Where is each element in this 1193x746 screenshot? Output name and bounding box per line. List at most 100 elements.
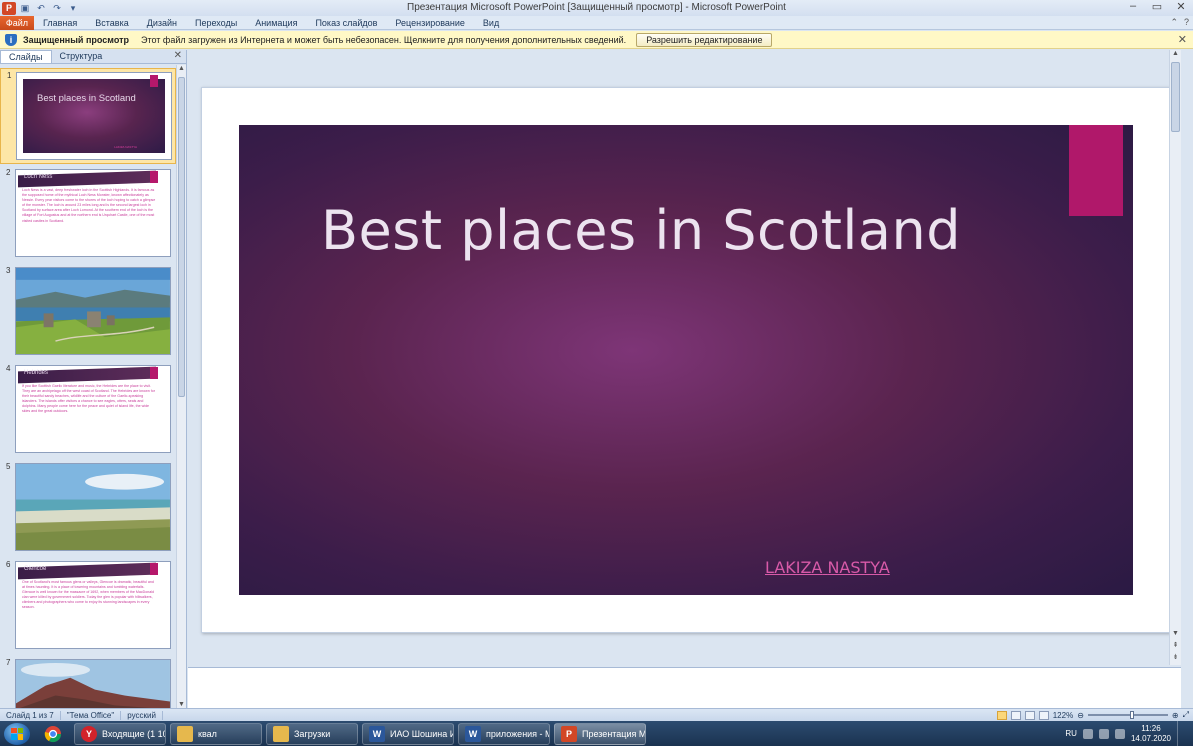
scroll-down-icon[interactable]: ▼ (177, 701, 186, 708)
chrome-icon[interactable] (36, 723, 70, 745)
slide-thumbnail-4[interactable]: 4 Hebrides If you like Scottish Gaelic l… (0, 362, 176, 458)
close-icon[interactable]: ✕ (1178, 33, 1187, 46)
scrollbar-thumb[interactable] (1171, 62, 1180, 132)
maximize-button[interactable]: ▭ (1149, 0, 1165, 13)
tab-insert[interactable]: Вставка (86, 18, 137, 28)
slide-number: 7 (6, 658, 11, 667)
taskbar-item-label: Презентация Mic... (582, 728, 646, 739)
mountain-photo (16, 660, 170, 708)
slide-thumbnail-2[interactable]: 2 Loch Ness Loch Ness is a vast, deep fr… (0, 166, 176, 262)
show-hidden-icons-icon[interactable] (1082, 728, 1093, 739)
clock[interactable]: 11:26 14.07.2020 (1131, 724, 1171, 744)
tab-review[interactable]: Рецензирование (386, 18, 474, 28)
scroll-up-icon[interactable]: ▲ (1170, 50, 1181, 57)
keyboard-language[interactable]: RU (1065, 729, 1077, 738)
tab-animation[interactable]: Анимация (246, 18, 306, 28)
taskbar-item-label: Загрузки (294, 728, 331, 739)
close-panel-icon[interactable]: ✕ (174, 50, 182, 61)
start-button[interactable] (4, 722, 30, 745)
undo-icon[interactable]: ↶ (34, 2, 48, 15)
scrollbar-thumb[interactable] (178, 77, 185, 397)
slide-number: 5 (6, 462, 11, 471)
editor-scrollbar[interactable]: ▲ ▼ ⇞ ⇟ (1169, 50, 1181, 665)
zoom-slider-knob[interactable] (1129, 711, 1134, 719)
author-name[interactable]: LAKIZA NASTYA (765, 558, 890, 577)
taskbar-item-word-2[interactable]: W приложения - Mi... (458, 722, 550, 745)
zoom-out-icon[interactable]: ⊖ (1077, 711, 1084, 720)
slide-thumbnails: 1 Best places in Scotland LAKIZA NASTYA … (0, 65, 176, 708)
close-button[interactable]: ✕ (1173, 0, 1189, 13)
help-icon[interactable]: ? (1184, 17, 1189, 28)
previous-slide-icon[interactable]: ⇞ (1170, 641, 1181, 649)
slide-preview: Loch Ness Loch Ness is a vast, deep fres… (15, 169, 171, 257)
slide-counter: Слайд 1 из 7 (0, 710, 61, 720)
tab-home[interactable]: Главная (34, 18, 86, 28)
accent-tab (150, 171, 158, 183)
taskbar-item-downloads[interactable]: Загрузки (266, 722, 358, 745)
tab-transitions[interactable]: Переходы (186, 18, 246, 28)
minimize-ribbon-icon[interactable]: ⌃ (1170, 17, 1178, 28)
slideshow-icon[interactable] (1038, 710, 1049, 720)
volume-icon[interactable] (1114, 728, 1125, 739)
slide-thumbnail-6[interactable]: 6 Glencoe One of Scotland's most famous … (0, 558, 176, 654)
redo-icon[interactable]: ↷ (50, 2, 64, 15)
protected-view-title: Защищенный просмотр (23, 34, 129, 45)
file-tab[interactable]: Файл (0, 15, 34, 30)
slide-sorter-icon[interactable] (1010, 710, 1021, 720)
tab-slideshow[interactable]: Показ слайдов (306, 18, 386, 28)
window-title: Презентация Microsoft PowerPoint [Защище… (407, 2, 786, 13)
clock-date: 14.07.2020 (1130, 733, 1171, 743)
tab-slides[interactable]: Слайды (0, 50, 52, 63)
slide-thumbnail-7[interactable]: 7 (0, 656, 176, 708)
scroll-down-icon[interactable]: ▼ (1170, 630, 1181, 637)
castle-photo (16, 268, 170, 354)
slide-canvas[interactable]: Best places in Scotland LAKIZA NASTYA (201, 87, 1170, 633)
protected-view-message[interactable]: Этот файл загружен из Интернета и может … (141, 35, 626, 45)
save-icon[interactable]: ▣ (18, 2, 32, 15)
minimize-button[interactable]: – (1125, 0, 1141, 13)
taskbar-item-word-1[interactable]: W ИАО Шошина И... (362, 722, 454, 745)
powerpoint-app-icon[interactable]: P (2, 1, 16, 15)
next-slide-icon[interactable]: ⇟ (1170, 653, 1181, 661)
normal-view-icon[interactable] (996, 710, 1007, 720)
slide-editor: Best places in Scotland LAKIZA NASTYA ▲ … (188, 50, 1181, 665)
taskbar-item-mail[interactable]: Y Входящие (1 103)... (74, 722, 166, 745)
ribbon-right-controls: ⌃ ? (1170, 17, 1189, 28)
slide-preview: Best places in Scotland LAKIZA NASTYA (16, 72, 172, 160)
language-indicator[interactable]: русский (121, 710, 163, 720)
slides-panel: Слайды Структура ✕ 1 Best places in Scot… (0, 50, 187, 708)
network-icon[interactable] (1098, 728, 1109, 739)
taskbar: Y Входящие (1 103)... квал Загрузки W ИА… (0, 721, 1193, 746)
powerpoint-icon: P (561, 725, 577, 742)
beach-photo (16, 464, 170, 550)
scroll-up-icon[interactable]: ▲ (177, 65, 186, 72)
accent-tab (150, 563, 158, 575)
zoom-level[interactable]: 122% (1053, 711, 1073, 720)
show-desktop-button[interactable] (1177, 721, 1187, 746)
notes-pane[interactable] (188, 667, 1181, 708)
slide-thumbnail-3[interactable]: 3 (0, 264, 176, 360)
customize-toolbar-icon[interactable]: ▾ (66, 2, 80, 15)
tab-design[interactable]: Дизайн (138, 18, 186, 28)
taskbar-item-folder-kval[interactable]: квал (170, 722, 262, 745)
zoom-in-icon[interactable]: ⊕ (1172, 711, 1179, 720)
slide-thumbnail-1[interactable]: 1 Best places in Scotland LAKIZA NASTYA (0, 68, 176, 164)
quick-access-toolbar: P ▣ ↶ ↷ ▾ (0, 1, 80, 15)
tab-outline[interactable]: Структура (52, 50, 111, 63)
taskbar-item-label: квал (198, 728, 217, 739)
enable-editing-button[interactable]: Разрешить редактирование (636, 32, 773, 47)
slide-preview (15, 659, 171, 708)
taskbar-item-powerpoint[interactable]: P Презентация Mic... (554, 722, 646, 745)
shield-icon: i (5, 33, 17, 46)
zoom-slider[interactable] (1087, 711, 1168, 719)
slide-title-text: Hebrides (24, 370, 49, 376)
slide-title[interactable]: Best places in Scotland (321, 199, 961, 262)
tab-view[interactable]: Вид (474, 18, 508, 28)
slides-panel-scrollbar[interactable]: ▲ ▼ (176, 65, 186, 708)
yandex-icon: Y (81, 725, 97, 742)
slide-preview (15, 267, 171, 355)
fit-to-window-icon[interactable]: ⤢ (1183, 710, 1189, 720)
slide-thumbnail-5[interactable]: 5 (0, 460, 176, 556)
slide-number: 1 (7, 71, 12, 80)
reading-view-icon[interactable] (1024, 710, 1035, 720)
